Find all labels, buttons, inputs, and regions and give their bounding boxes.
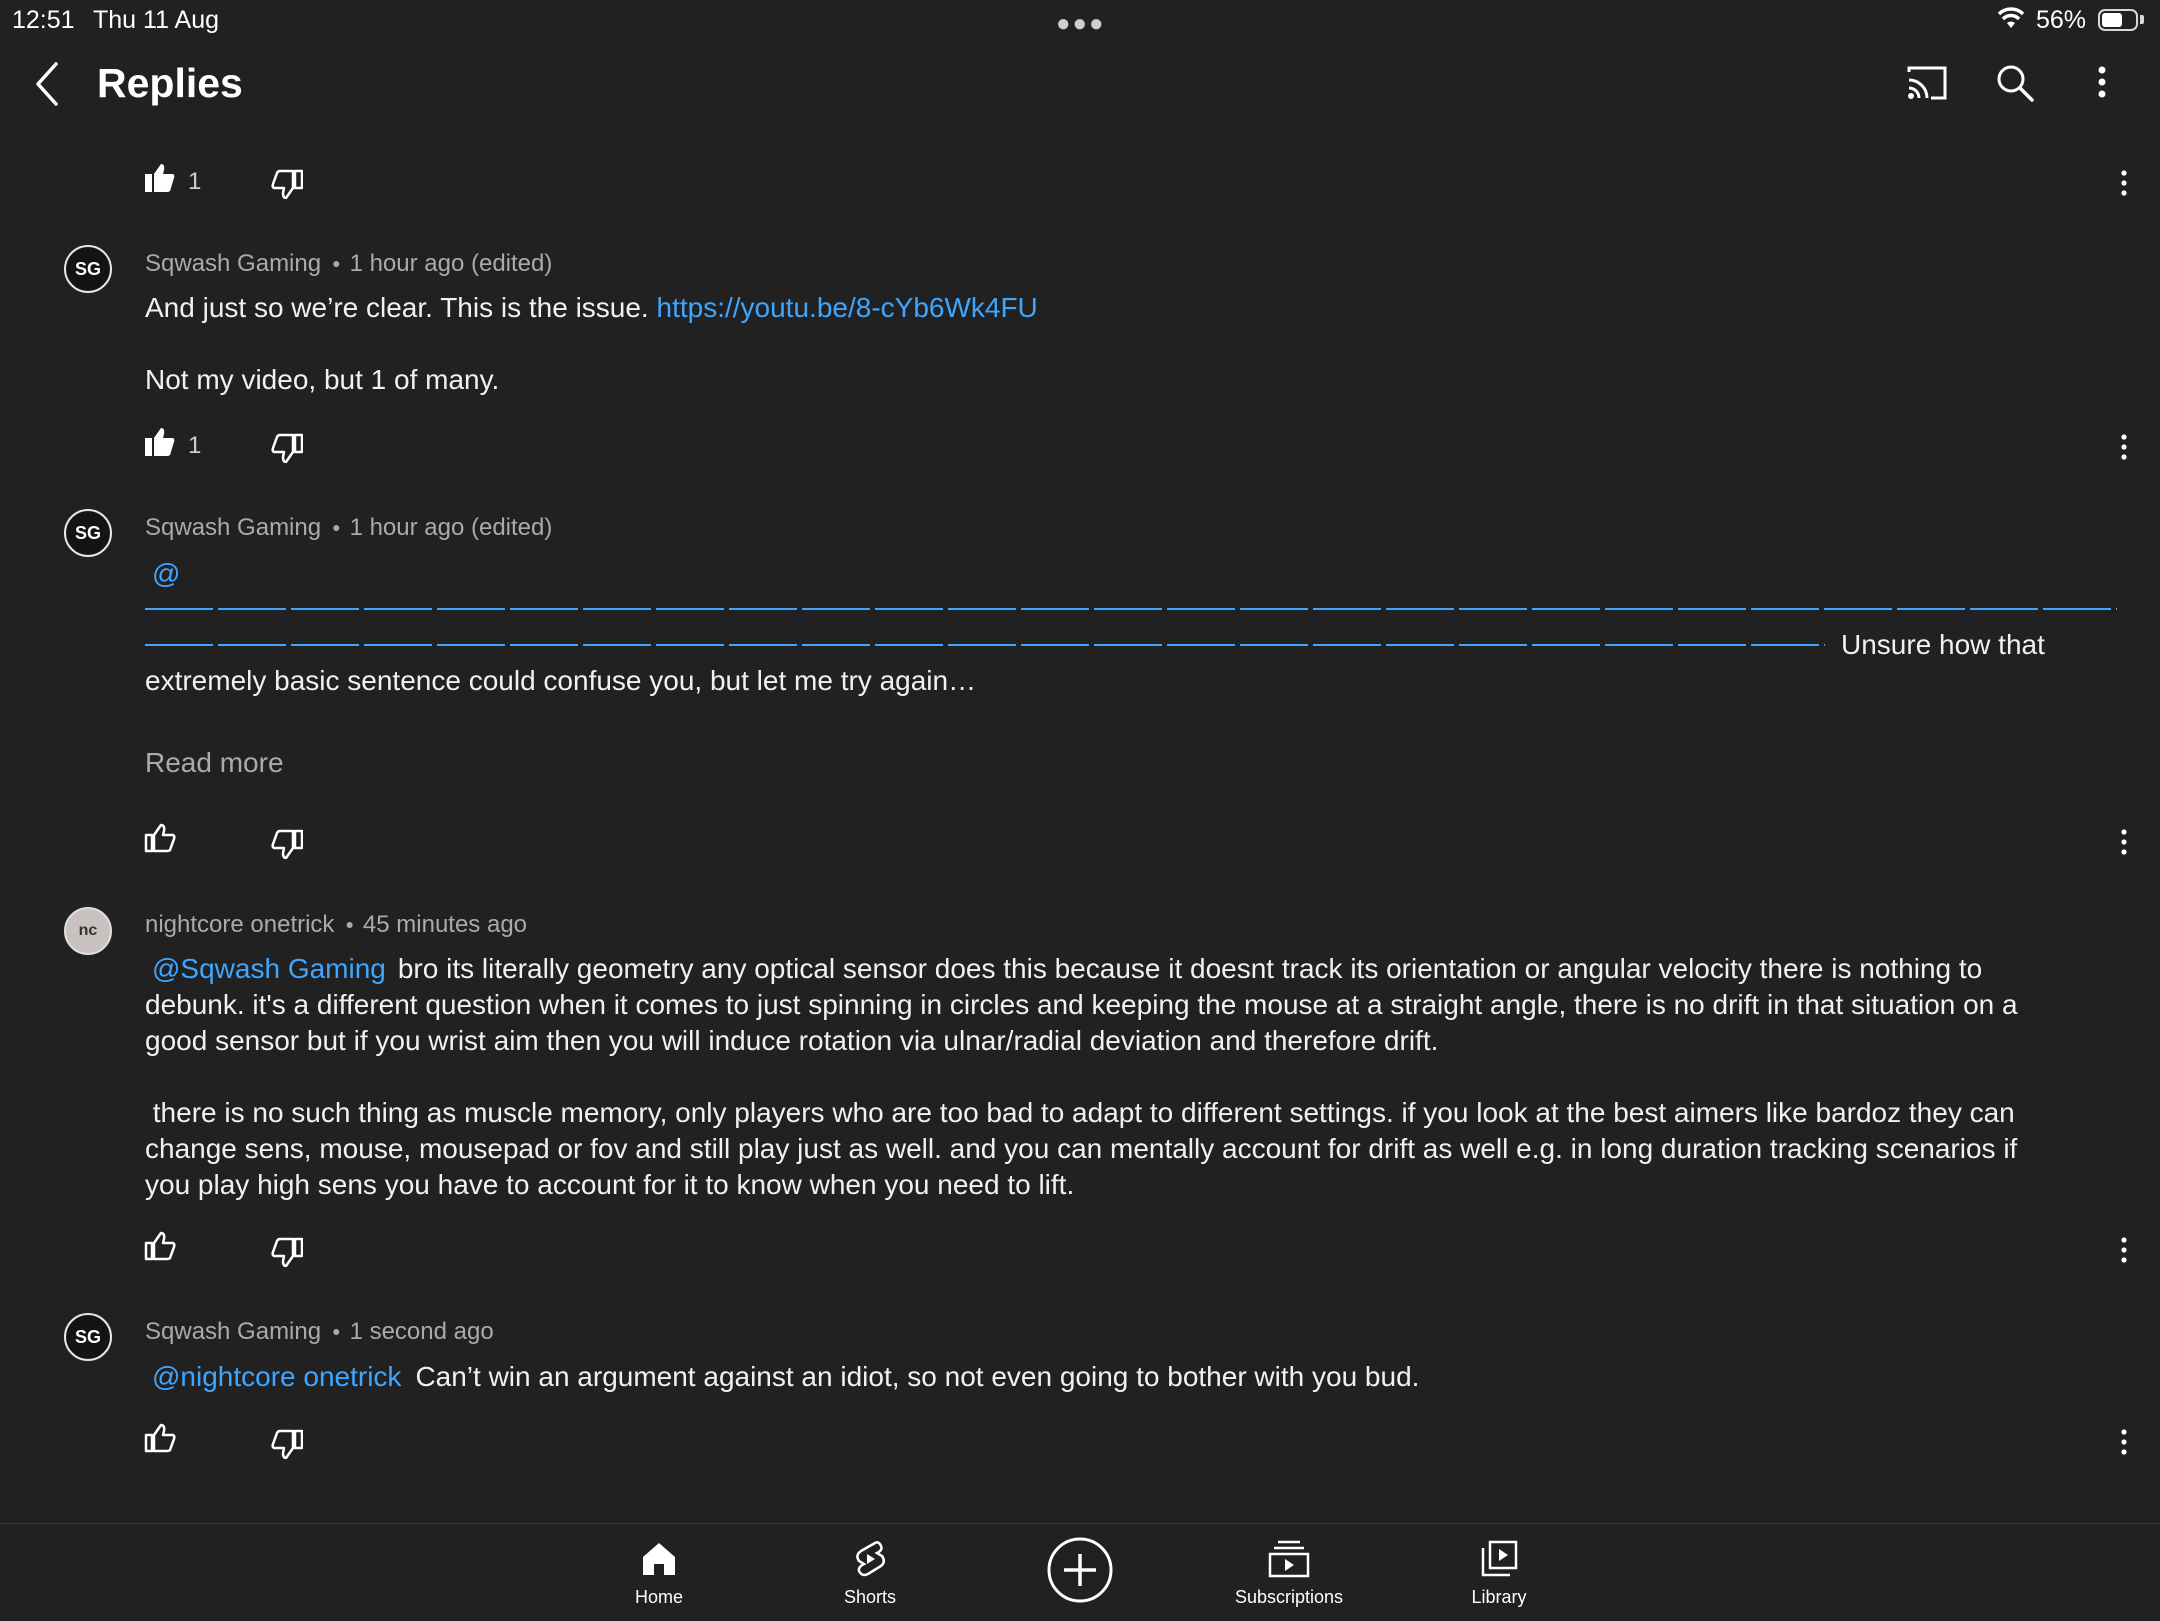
nav-home-label: Home (634, 1587, 683, 1607)
comment-text: Unsure how that (1841, 629, 2045, 660)
comment-author[interactable]: Sqwash Gaming (145, 1318, 321, 1345)
comment-author[interactable]: Sqwash Gaming (145, 514, 321, 541)
nav-shorts-label: Shorts (843, 1587, 897, 1607)
avatar[interactable]: SG (64, 509, 112, 557)
bottom-nav: Home Shorts Subscriptions Library (0, 1523, 2160, 1621)
more-options-icon[interactable] (2090, 62, 2114, 107)
dislike-icon[interactable] (271, 829, 304, 864)
comment-text-line: change sens, mouse, mousepad or fov and … (145, 1133, 2018, 1164)
nav-shorts[interactable]: Shorts (820, 1540, 920, 1608)
comment-author[interactable]: nightcore onetrick (145, 911, 334, 938)
status-bar: 12:51 Thu 11 Aug ●●● 56% (0, 0, 2160, 40)
avatar[interactable]: SG (64, 245, 112, 293)
dislike-icon[interactable] (271, 433, 304, 468)
like-filled-icon[interactable] (144, 163, 176, 198)
comment-menu-icon[interactable] (2120, 170, 2128, 201)
comment-menu-icon[interactable] (2120, 1237, 2128, 1268)
comment-text-line: there is no such thing as muscle memory,… (145, 1097, 2015, 1128)
comment-menu-icon[interactable] (2120, 829, 2128, 860)
battery-tip (2140, 15, 2144, 24)
comment-text: And just so we’re clear. This is the iss… (145, 290, 1038, 326)
dislike-icon[interactable] (271, 1237, 304, 1272)
battery-icon (2098, 9, 2138, 31)
wifi-icon (1996, 6, 2026, 37)
comment-text: @nightcore onetrick Can’t win an argument… (145, 1359, 1419, 1395)
shorts-icon (851, 1541, 889, 1582)
comment-time: 1 hour ago (edited) (349, 514, 553, 541)
like-icon[interactable] (144, 1423, 176, 1458)
create-button[interactable] (1047, 1537, 1113, 1608)
comment-mention[interactable]: @nightcore onetrick (152, 1361, 401, 1392)
comment-text: @Sqwash Gaming bro its literally geometry… (145, 951, 1982, 987)
comment-menu-icon[interactable] (2120, 434, 2128, 465)
comment-meta: Sqwash Gaming ● 1 second ago (145, 1318, 494, 1345)
status-time: 12:51 (12, 6, 75, 34)
comment-meta: Sqwash Gaming ● 1 hour ago (edited) (145, 514, 553, 541)
home-icon (640, 1543, 678, 1582)
mention-underline (145, 608, 2117, 610)
comment-text-part: And just so we’re clear. This is the iss… (145, 292, 657, 323)
read-more-link[interactable]: Read more (145, 747, 284, 779)
dislike-icon[interactable] (271, 169, 304, 204)
add-icon (1047, 1537, 1113, 1607)
comment-author[interactable]: Sqwash Gaming (145, 250, 321, 277)
avatar[interactable]: nc (64, 907, 112, 955)
comment-mention[interactable]: @ (152, 556, 180, 592)
avatar[interactable]: SG (64, 1313, 112, 1361)
nav-subscriptions-label: Subscriptions (1234, 1587, 1344, 1607)
page-title: Replies (97, 60, 243, 106)
comment-time: 1 second ago (349, 1318, 494, 1345)
comment-text-line: Can’t win an argument against an idiot, … (415, 1361, 1420, 1392)
comment-time: 1 hour ago (edited) (349, 250, 553, 277)
like-count: 1 (188, 168, 202, 195)
nav-library-label: Library (1471, 1587, 1527, 1607)
comment-text-line: good sensor but if you wrist aim then yo… (145, 1025, 1439, 1056)
comment-time: 45 minutes ago (362, 911, 528, 938)
mention-underline (145, 644, 1825, 646)
comment-text-second: Not my video, but 1 of many. (145, 364, 500, 395)
dislike-icon[interactable] (271, 1429, 304, 1464)
library-icon (1480, 1540, 1518, 1582)
cast-icon[interactable] (1905, 64, 1949, 107)
status-date: Thu 11 Aug (93, 6, 220, 34)
battery-percent: 56% (2036, 6, 2087, 34)
like-icon[interactable] (144, 1231, 176, 1266)
comment-menu-icon[interactable] (2120, 1429, 2128, 1460)
comment-meta: Sqwash Gaming ● 1 hour ago (edited) (145, 250, 553, 277)
comment-text-line: debunk. it's a different question when i… (145, 989, 2018, 1020)
comment-link[interactable]: https://youtu.be/8-cYb6Wk4FU (657, 292, 1038, 323)
like-count: 1 (188, 432, 202, 459)
nav-home[interactable]: Home (609, 1540, 709, 1608)
nav-library[interactable]: Library (1449, 1540, 1549, 1608)
comment-text-line: you play high sens you have to account f… (145, 1169, 1075, 1200)
like-filled-icon[interactable] (144, 427, 176, 462)
subscriptions-icon (1268, 1540, 1310, 1582)
comment-meta: nightcore onetrick ● 45 minutes ago (145, 911, 528, 938)
comment-text-second: extremely basic sentence could confuse y… (145, 665, 977, 696)
comment-text-line: bro its literally geometry any optical s… (397, 953, 1983, 984)
like-icon[interactable] (144, 823, 176, 858)
comment-mention[interactable]: @Sqwash Gaming (152, 953, 386, 984)
search-icon[interactable] (1995, 63, 2035, 108)
multitasking-dots-icon[interactable]: ●●● (1056, 10, 1106, 38)
nav-subscriptions[interactable]: Subscriptions (1219, 1540, 1359, 1608)
back-arrow-icon[interactable] (28, 60, 68, 113)
